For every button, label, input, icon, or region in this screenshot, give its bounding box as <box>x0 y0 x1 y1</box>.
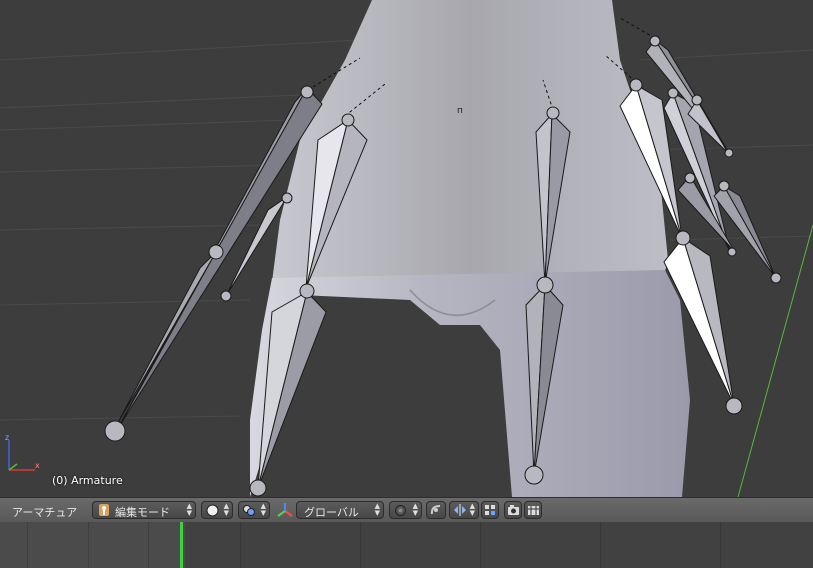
solid-shading-icon <box>206 504 219 520</box>
x-axis-mirror-icon <box>452 504 468 519</box>
updown-arrows-icon: ▲ ▼ <box>412 502 418 517</box>
axis-gizmo: z x <box>5 433 40 471</box>
editor-menu-label[interactable]: アーマチュア <box>12 504 77 520</box>
opengl-render-icon <box>507 504 520 519</box>
opengl-animation-icon <box>527 504 540 519</box>
current-frame-indicator[interactable] <box>180 522 183 568</box>
3d-viewport[interactable]: п z x (0) Armature <box>0 0 813 497</box>
updown-arrows-icon: ▲ ▼ <box>374 502 380 517</box>
orientation-label: グローバル <box>304 506 359 519</box>
active-object-label: (0) Armature <box>52 474 123 487</box>
axis-z-label: z <box>5 433 9 442</box>
snap-target-selector[interactable]: ▲ ▼ <box>389 501 422 519</box>
updown-arrows-icon: ▲ ▼ <box>223 502 229 517</box>
timeline-dimmed-region <box>185 522 813 568</box>
axis-x-label: x <box>35 461 40 470</box>
3d-view-header: アーマチュア 編集モード ▲ ▼ ▲ ▼ ▲ ▼ グローバル ▲ ▼ ▲ ▼ ▲… <box>0 497 813 522</box>
proportional-edit-button[interactable] <box>426 501 446 519</box>
transform-orientation-selector[interactable]: グローバル ▲ ▼ <box>296 501 384 519</box>
transform-manipulator-icon[interactable] <box>277 502 293 522</box>
updown-arrows-icon: ▲ ▼ <box>260 502 266 517</box>
updown-arrows-icon: ▲ ▼ <box>186 502 192 517</box>
opengl-render-button[interactable] <box>504 501 522 519</box>
scene-render: п <box>0 0 813 497</box>
svg-text:п: п <box>457 106 463 116</box>
timeline-area[interactable] <box>0 522 813 568</box>
updown-arrows-icon: ▲ ▼ <box>469 502 475 517</box>
layers-button[interactable] <box>481 501 499 519</box>
opengl-animation-button[interactable] <box>524 501 542 519</box>
y-axis-line <box>737 224 813 497</box>
snap-target-icon <box>394 504 407 520</box>
timeline-column <box>27 522 58 568</box>
viewport-shading-selector[interactable]: ▲ ▼ <box>201 501 233 519</box>
timeline-column <box>88 522 119 568</box>
proportional-edit-icon <box>429 503 443 520</box>
x-axis-mirror-selector[interactable]: ▲ ▼ <box>449 501 479 519</box>
armature-mode-icon <box>97 503 111 520</box>
mode-label: 編集モード <box>115 506 170 519</box>
pivot-point-selector[interactable]: ▲ ▼ <box>238 501 270 519</box>
mode-selector[interactable]: 編集モード ▲ ▼ <box>92 501 196 519</box>
layers-icon <box>484 504 496 519</box>
pivot-point-icon <box>242 504 256 520</box>
timeline-column <box>148 522 179 568</box>
